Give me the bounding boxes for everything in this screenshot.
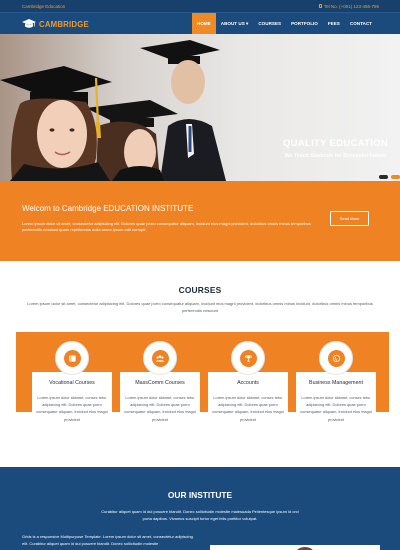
nav-portfolio[interactable]: PORTFOLIO (286, 13, 323, 35)
courses-description: Lorem ipsum dolor sit amet, consectetur … (27, 301, 373, 313)
institute-description: Curabitur aliquet quam id dui posuere bl… (101, 509, 299, 521)
course-text: Lorem ipsum dolor sitamet, consec tetur … (124, 395, 196, 422)
nav-home[interactable]: HOME (192, 13, 216, 35)
logo[interactable]: CAMBRIDGE (22, 17, 89, 31)
course-text: Lorem ipsum dolor sitamet, consec tetur … (36, 395, 108, 422)
course-card-masscomm[interactable]: MassComm Courses Lorem ipsum dolor sitam… (120, 372, 200, 430)
institute-heading: OUR INSTITUTE (167, 490, 233, 500)
nav-about-us[interactable]: ABOUT US ▾ (216, 13, 254, 35)
top-phone: Tel No. (+001) 123-456-789 (318, 3, 379, 9)
globe-icon (319, 341, 353, 375)
read-more-button[interactable]: Read More (330, 211, 369, 226)
site-header: CAMBRIDGE HOME ABOUT US ▾ COURSES PORTFO… (0, 12, 400, 35)
hero-subtitle: We Teach Students for Sucessful Future (284, 153, 386, 159)
banner-title: Welcom to Cambridge EDUCATION INSTITUTE (22, 204, 194, 213)
welcome-banner: Welcom to Cambridge EDUCATION INSTITUTE … (0, 181, 400, 261)
course-text: Lorem ipsum dolor sitamet, consec tetur … (212, 395, 284, 422)
nav-contact[interactable]: CONTACT (345, 13, 377, 35)
trophy-icon (231, 341, 265, 375)
group-icon (143, 341, 177, 375)
course-card-business[interactable]: Business Management Lorem ipsum dolor si… (296, 372, 376, 430)
slider-dot-2[interactable] (391, 175, 400, 179)
course-text: Lorem ipsum dolor sitamet, consec tetur … (300, 395, 372, 422)
course-title: Vocational Courses (49, 380, 95, 386)
graduation-cap-icon (22, 19, 36, 28)
top-bar: Cambridge Education Tel No. (+001) 123-4… (0, 0, 400, 12)
courses-heading: COURSES (178, 285, 222, 295)
course-title: Accounts (237, 380, 259, 386)
top-brand-text: Cambridge Education (22, 3, 66, 9)
hero-title: QUALITY EDUCATION (282, 138, 388, 149)
institute-photo (210, 545, 380, 550)
book-icon (55, 341, 89, 375)
phone-text: Tel No. (+001) 123-456-789 (323, 3, 379, 9)
logo-text: CAMBRIDGE (39, 19, 89, 29)
phone-icon (318, 4, 322, 8)
course-card-vocational[interactable]: Vocational Courses Lorem ipsum dolor sit… (32, 372, 112, 430)
nav-fees[interactable]: FEES (323, 13, 345, 35)
slider-dots (379, 175, 400, 179)
main-nav: HOME ABOUT US ▾ COURSES PORTFOLIO FEES C… (192, 13, 377, 35)
institute-text: Grids is a responsive Multipurpose Templ… (22, 534, 193, 546)
course-title: Business Management (309, 380, 363, 386)
page: Cambridge Education Tel No. (+001) 123-4… (0, 0, 400, 550)
slider-dot-1[interactable] (379, 175, 388, 179)
course-title: MassComm Courses (135, 380, 185, 386)
nav-courses[interactable]: COURSES (253, 13, 286, 35)
banner-text: Lorem ipsum dolor sit amet, consectetur … (22, 221, 311, 232)
institute-section: OUR INSTITUTE Curabitur aliquet quam id … (0, 467, 400, 550)
hero-slider: QUALITY EDUCATION We Teach Students for … (0, 34, 400, 181)
course-card-accounts[interactable]: Accounts Lorem ipsum dolor sitamet, cons… (208, 372, 288, 430)
